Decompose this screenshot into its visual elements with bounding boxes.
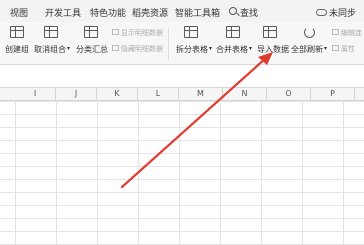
sync-status[interactable]: 未同步 <box>329 6 356 19</box>
column-header-o[interactable]: O <box>267 88 311 100</box>
ribbon-divider <box>168 28 169 60</box>
hide-detail-button[interactable]: 隐藏明细数据 <box>121 44 163 54</box>
show-detail-icon[interactable] <box>112 29 119 35</box>
create-group-icon[interactable] <box>10 26 24 38</box>
create-group-button[interactable]: 创建组 <box>5 44 29 55</box>
merge-table-icon[interactable] <box>226 26 240 38</box>
column-header-m[interactable]: M <box>179 88 223 100</box>
column-headers: I J K L M N O P <box>0 87 364 101</box>
chevron-down-icon[interactable]: ▾ <box>324 45 327 52</box>
merge-table-button[interactable]: 合并表格 <box>216 44 248 55</box>
menu-developer-tools[interactable]: 开发工具 <box>45 6 81 19</box>
show-detail-button[interactable]: 显示明细数据 <box>121 28 163 38</box>
attr-icon[interactable] <box>332 45 339 51</box>
edit-link-icon[interactable] <box>332 29 339 35</box>
refresh-all-button[interactable]: 全部刷新 <box>291 44 323 55</box>
search-icon[interactable] <box>229 7 237 15</box>
cancel-group-button[interactable]: 取消组合 <box>34 44 66 55</box>
ribbon-toolbar: 创建组 取消组合 ▾ 分类汇总 显示明细数据 隐藏明细数据 拆分表格 ▾ 合并表… <box>0 22 364 65</box>
column-header-k[interactable]: K <box>97 88 138 100</box>
menu-bar: 视图 开发工具 特色功能 稻壳资源 智能工具箱 查找 未同步 <box>0 0 364 22</box>
refresh-icon[interactable] <box>304 27 315 38</box>
cell-grid[interactable] <box>0 101 364 245</box>
formula-bar-area[interactable] <box>0 65 364 87</box>
column-header-i[interactable]: I <box>15 88 56 100</box>
attr-button[interactable]: 属性 <box>341 44 355 54</box>
cloud-icon[interactable] <box>316 9 327 16</box>
column-header-j[interactable]: J <box>56 88 97 100</box>
chevron-down-icon[interactable]: ▾ <box>209 45 212 52</box>
split-table-icon[interactable] <box>184 26 198 38</box>
menu-smart-toolbox[interactable]: 智能工具箱 <box>175 6 220 19</box>
column-header-l[interactable]: L <box>138 88 179 100</box>
edit-link-button[interactable]: 编辑连 <box>341 28 362 38</box>
menu-special-features[interactable]: 特色功能 <box>90 6 126 19</box>
split-table-button[interactable]: 拆分表格 <box>176 44 208 55</box>
import-data-button[interactable]: 导入数据 <box>257 44 289 55</box>
hide-detail-icon[interactable] <box>112 45 119 51</box>
menu-docer-resources[interactable]: 稻壳资源 <box>132 6 168 19</box>
subtotal-icon[interactable] <box>84 26 98 38</box>
menu-view[interactable]: 视图 <box>10 6 28 19</box>
cancel-group-icon[interactable] <box>44 26 58 38</box>
chevron-down-icon[interactable]: ▾ <box>249 45 252 52</box>
subtotal-button[interactable]: 分类汇总 <box>76 44 108 55</box>
import-data-icon[interactable] <box>263 26 277 38</box>
search-label[interactable]: 查找 <box>240 6 258 19</box>
chevron-down-icon[interactable]: ▾ <box>67 45 70 52</box>
column-header-p[interactable]: P <box>311 88 355 100</box>
column-header-n[interactable]: N <box>223 88 267 100</box>
